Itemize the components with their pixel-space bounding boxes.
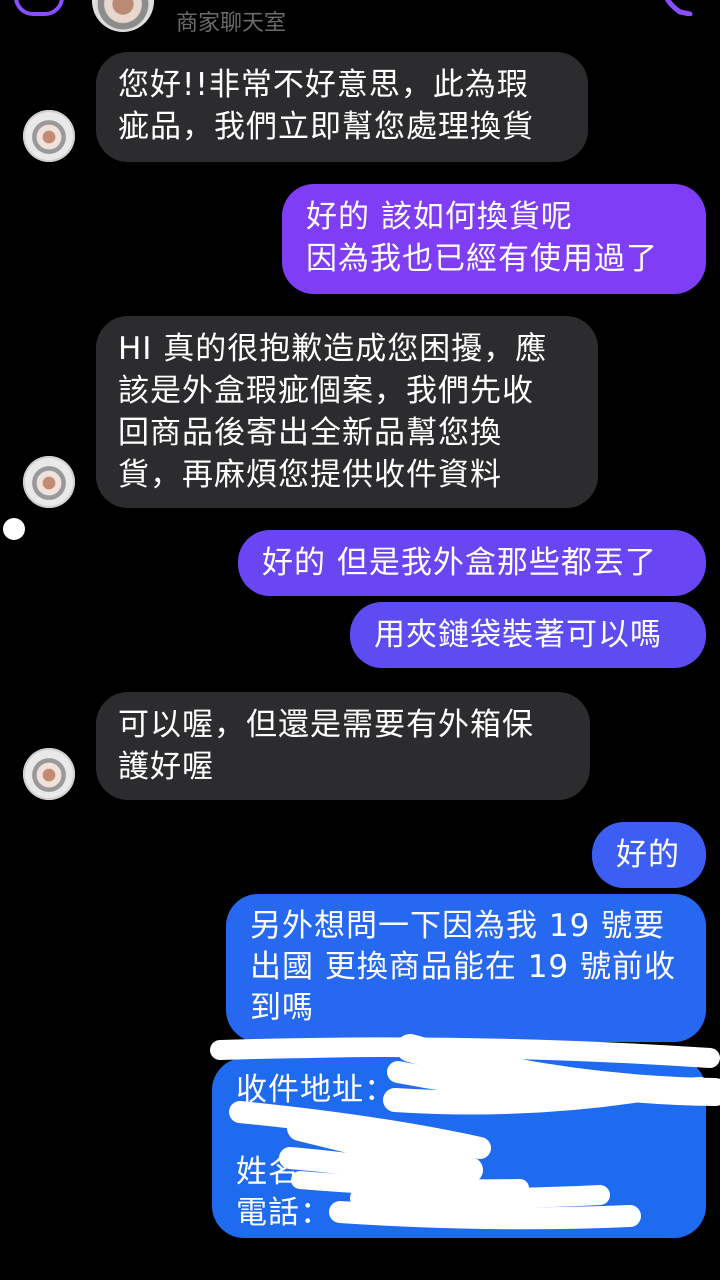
merchant-avatar[interactable]	[92, 0, 154, 32]
message-bubble-outgoing: 另外想問一下因為我 19 號要 出國 更換商品能在 19 號前收 到嗎	[226, 894, 706, 1042]
chat-title: 商家聊天室	[176, 11, 287, 36]
indicator-dot	[3, 518, 25, 540]
back-arrow-icon[interactable]	[14, 0, 64, 16]
message-bubble-outgoing: 用夾鏈袋裝著可以嗎	[350, 602, 706, 668]
message-bubble-incoming: 您好!!非常不好意思，此為瑕 疵品，我們立即幫您處理換貨	[96, 52, 588, 162]
merchant-avatar	[23, 110, 75, 162]
merchant-avatar	[23, 748, 75, 800]
message-bubble-incoming: HI 真的很抱歉造成您困擾，應 該是外盒瑕疵個案，我們先收 回商品後寄出全新品幫…	[96, 316, 598, 508]
message-bubble-outgoing: 好的 該如何換貨呢 因為我也已經有使用過了	[282, 184, 706, 294]
message-bubble-outgoing: 好的	[592, 822, 706, 888]
phone-icon[interactable]	[660, 0, 696, 16]
chat-header: 商家聊天室	[0, 0, 720, 40]
merchant-avatar	[23, 456, 75, 508]
message-bubble-incoming: 可以喔，但還是需要有外箱保 護好喔	[96, 692, 590, 800]
message-bubble-outgoing: 收件地址： 姓名 電話：	[212, 1058, 706, 1238]
message-bubble-outgoing: 好的 但是我外盒那些都丟了	[238, 530, 706, 596]
